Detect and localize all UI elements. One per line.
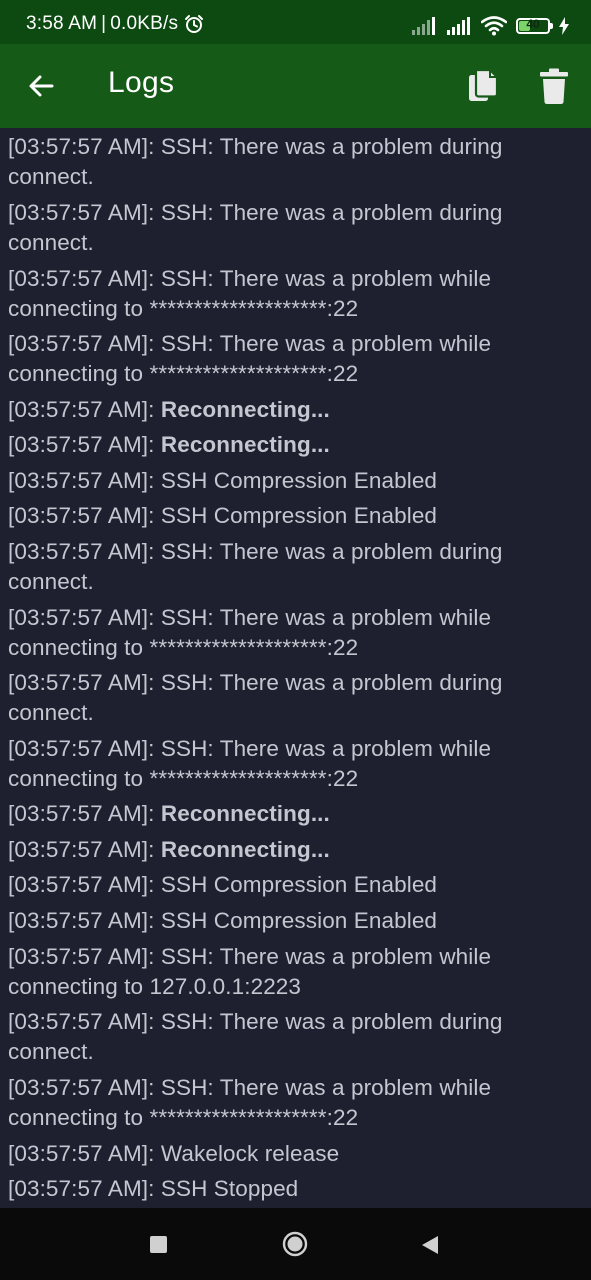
log-timestamp: [03:57:57 AM]:: [8, 736, 155, 761]
log-timestamp: [03:57:57 AM]:: [8, 1176, 155, 1201]
log-message: SSH Compression Enabled: [160, 908, 438, 933]
app-toolbar: Logs: [0, 44, 591, 128]
log-entry: [03:57:57 AM]: Reconnecting...: [8, 835, 568, 865]
log-entry: [03:57:57 AM]: SSH Compression Enabled: [8, 870, 568, 900]
log-timestamp: [03:57:57 AM]:: [8, 908, 155, 933]
alarm-clock-icon: [185, 15, 204, 33]
log-timestamp: [03:57:57 AM]:: [8, 539, 155, 564]
log-entry: [03:57:57 AM]: SSH: There was a problem …: [8, 537, 568, 597]
network-speed: 0.0KB/s: [110, 13, 179, 34]
status-right: 40: [411, 14, 569, 38]
charging-icon: [559, 17, 569, 35]
log-timestamp: [03:57:57 AM]:: [8, 1141, 155, 1166]
log-entry: [03:57:57 AM]: Reconnecting...: [8, 799, 568, 829]
log-timestamp: [03:57:57 AM]:: [8, 801, 155, 826]
log-entry: [03:57:57 AM]: SSH: There was a problem …: [8, 132, 568, 192]
delete-logs-button[interactable]: [532, 64, 576, 108]
log-entry: [03:57:57 AM]: SSH: There was a problem …: [8, 734, 568, 794]
log-timestamp: [03:57:57 AM]:: [8, 200, 155, 225]
log-list[interactable]: [03:57:57 AM]: SSH: There was a problem …: [0, 128, 591, 1208]
log-entry: [03:57:57 AM]: SSH Compression Enabled: [8, 906, 568, 936]
log-message: SSH Compression Enabled: [160, 468, 438, 493]
recent-apps-icon[interactable]: [150, 1236, 167, 1253]
page-title: Logs: [108, 66, 175, 99]
log-timestamp: [03:57:57 AM]:: [8, 266, 155, 291]
log-entry: [03:57:57 AM]: SSH: There was a problem …: [8, 603, 568, 663]
log-timestamp: [03:57:57 AM]:: [8, 468, 155, 493]
log-message: Reconnecting...: [160, 432, 330, 457]
log-timestamp: [03:57:57 AM]:: [8, 1009, 155, 1034]
log-timestamp: [03:57:57 AM]:: [8, 872, 155, 897]
log-timestamp: [03:57:57 AM]:: [8, 837, 155, 862]
log-entry: [03:57:57 AM]: SSH Compression Enabled: [8, 501, 568, 531]
status-bar: 3:58 AM | 0.0KB/s 40: [0, 0, 591, 44]
log-entry: [03:57:57 AM]: Wakelock release: [8, 1139, 568, 1169]
log-timestamp: [03:57:57 AM]:: [8, 331, 155, 356]
log-message: Wakelock release: [160, 1141, 340, 1166]
log-entry: [03:57:57 AM]: SSH: There was a problem …: [8, 942, 568, 1002]
battery-icon: 40: [516, 17, 553, 34]
status-time: 3:58 AM: [26, 13, 98, 34]
screen: 3:58 AM | 0.0KB/s 40 Logs [03:57:57 AM]:…: [0, 0, 591, 1280]
log-timestamp: [03:57:57 AM]:: [8, 1075, 155, 1100]
signal-icon: [447, 17, 470, 35]
copy-icon: [469, 68, 499, 101]
log-message: SSH Compression Enabled: [160, 872, 438, 897]
arrow-back-icon: [29, 75, 54, 97]
wifi-icon: [481, 16, 507, 36]
status-separator: |: [101, 13, 107, 34]
log-entry: [03:57:57 AM]: SSH Stopped: [8, 1174, 568, 1204]
log-timestamp: [03:57:57 AM]:: [8, 397, 155, 422]
log-entry: [03:57:57 AM]: SSH: There was a problem …: [8, 329, 568, 389]
log-entry: [03:57:57 AM]: SSH: There was a problem …: [8, 668, 568, 728]
copy-logs-button[interactable]: [462, 64, 506, 108]
log-message: SSH Stopped: [160, 1176, 299, 1201]
battery-cap: [550, 23, 553, 29]
log-message: Reconnecting...: [160, 397, 330, 422]
log-entry: [03:57:57 AM]: Reconnecting...: [8, 395, 568, 425]
signal-icon: [412, 17, 435, 35]
back-icon[interactable]: [420, 1235, 440, 1255]
log-entry: [03:57:57 AM]: SSH: There was a problem …: [8, 198, 568, 258]
status-left: 3:58 AM | 0.0KB/s: [26, 13, 204, 35]
log-message: Reconnecting...: [160, 801, 330, 826]
log-timestamp: [03:57:57 AM]:: [8, 944, 155, 969]
log-message: Reconnecting...: [160, 837, 330, 862]
log-entry: [03:57:57 AM]: SSH: There was a problem …: [8, 1007, 568, 1067]
home-icon[interactable]: [282, 1231, 308, 1257]
log-timestamp: [03:57:57 AM]:: [8, 670, 155, 695]
log-entry: [03:57:57 AM]: SSH: There was a problem …: [8, 1073, 568, 1133]
log-timestamp: [03:57:57 AM]:: [8, 432, 155, 457]
log-entry: [03:57:57 AM]: SSH Compression Enabled: [8, 466, 568, 496]
log-timestamp: [03:57:57 AM]:: [8, 605, 155, 630]
battery-level: 40: [526, 17, 540, 31]
log-message: SSH Compression Enabled: [160, 503, 438, 528]
delete-icon: [540, 68, 568, 105]
log-timestamp: [03:57:57 AM]:: [8, 134, 155, 159]
back-button[interactable]: [20, 64, 64, 108]
log-entry: [03:57:57 AM]: Reconnecting...: [8, 430, 568, 460]
log-timestamp: [03:57:57 AM]:: [8, 503, 155, 528]
navigation-bar: [0, 1208, 591, 1280]
log-entry: [03:57:57 AM]: SSH: There was a problem …: [8, 264, 568, 324]
